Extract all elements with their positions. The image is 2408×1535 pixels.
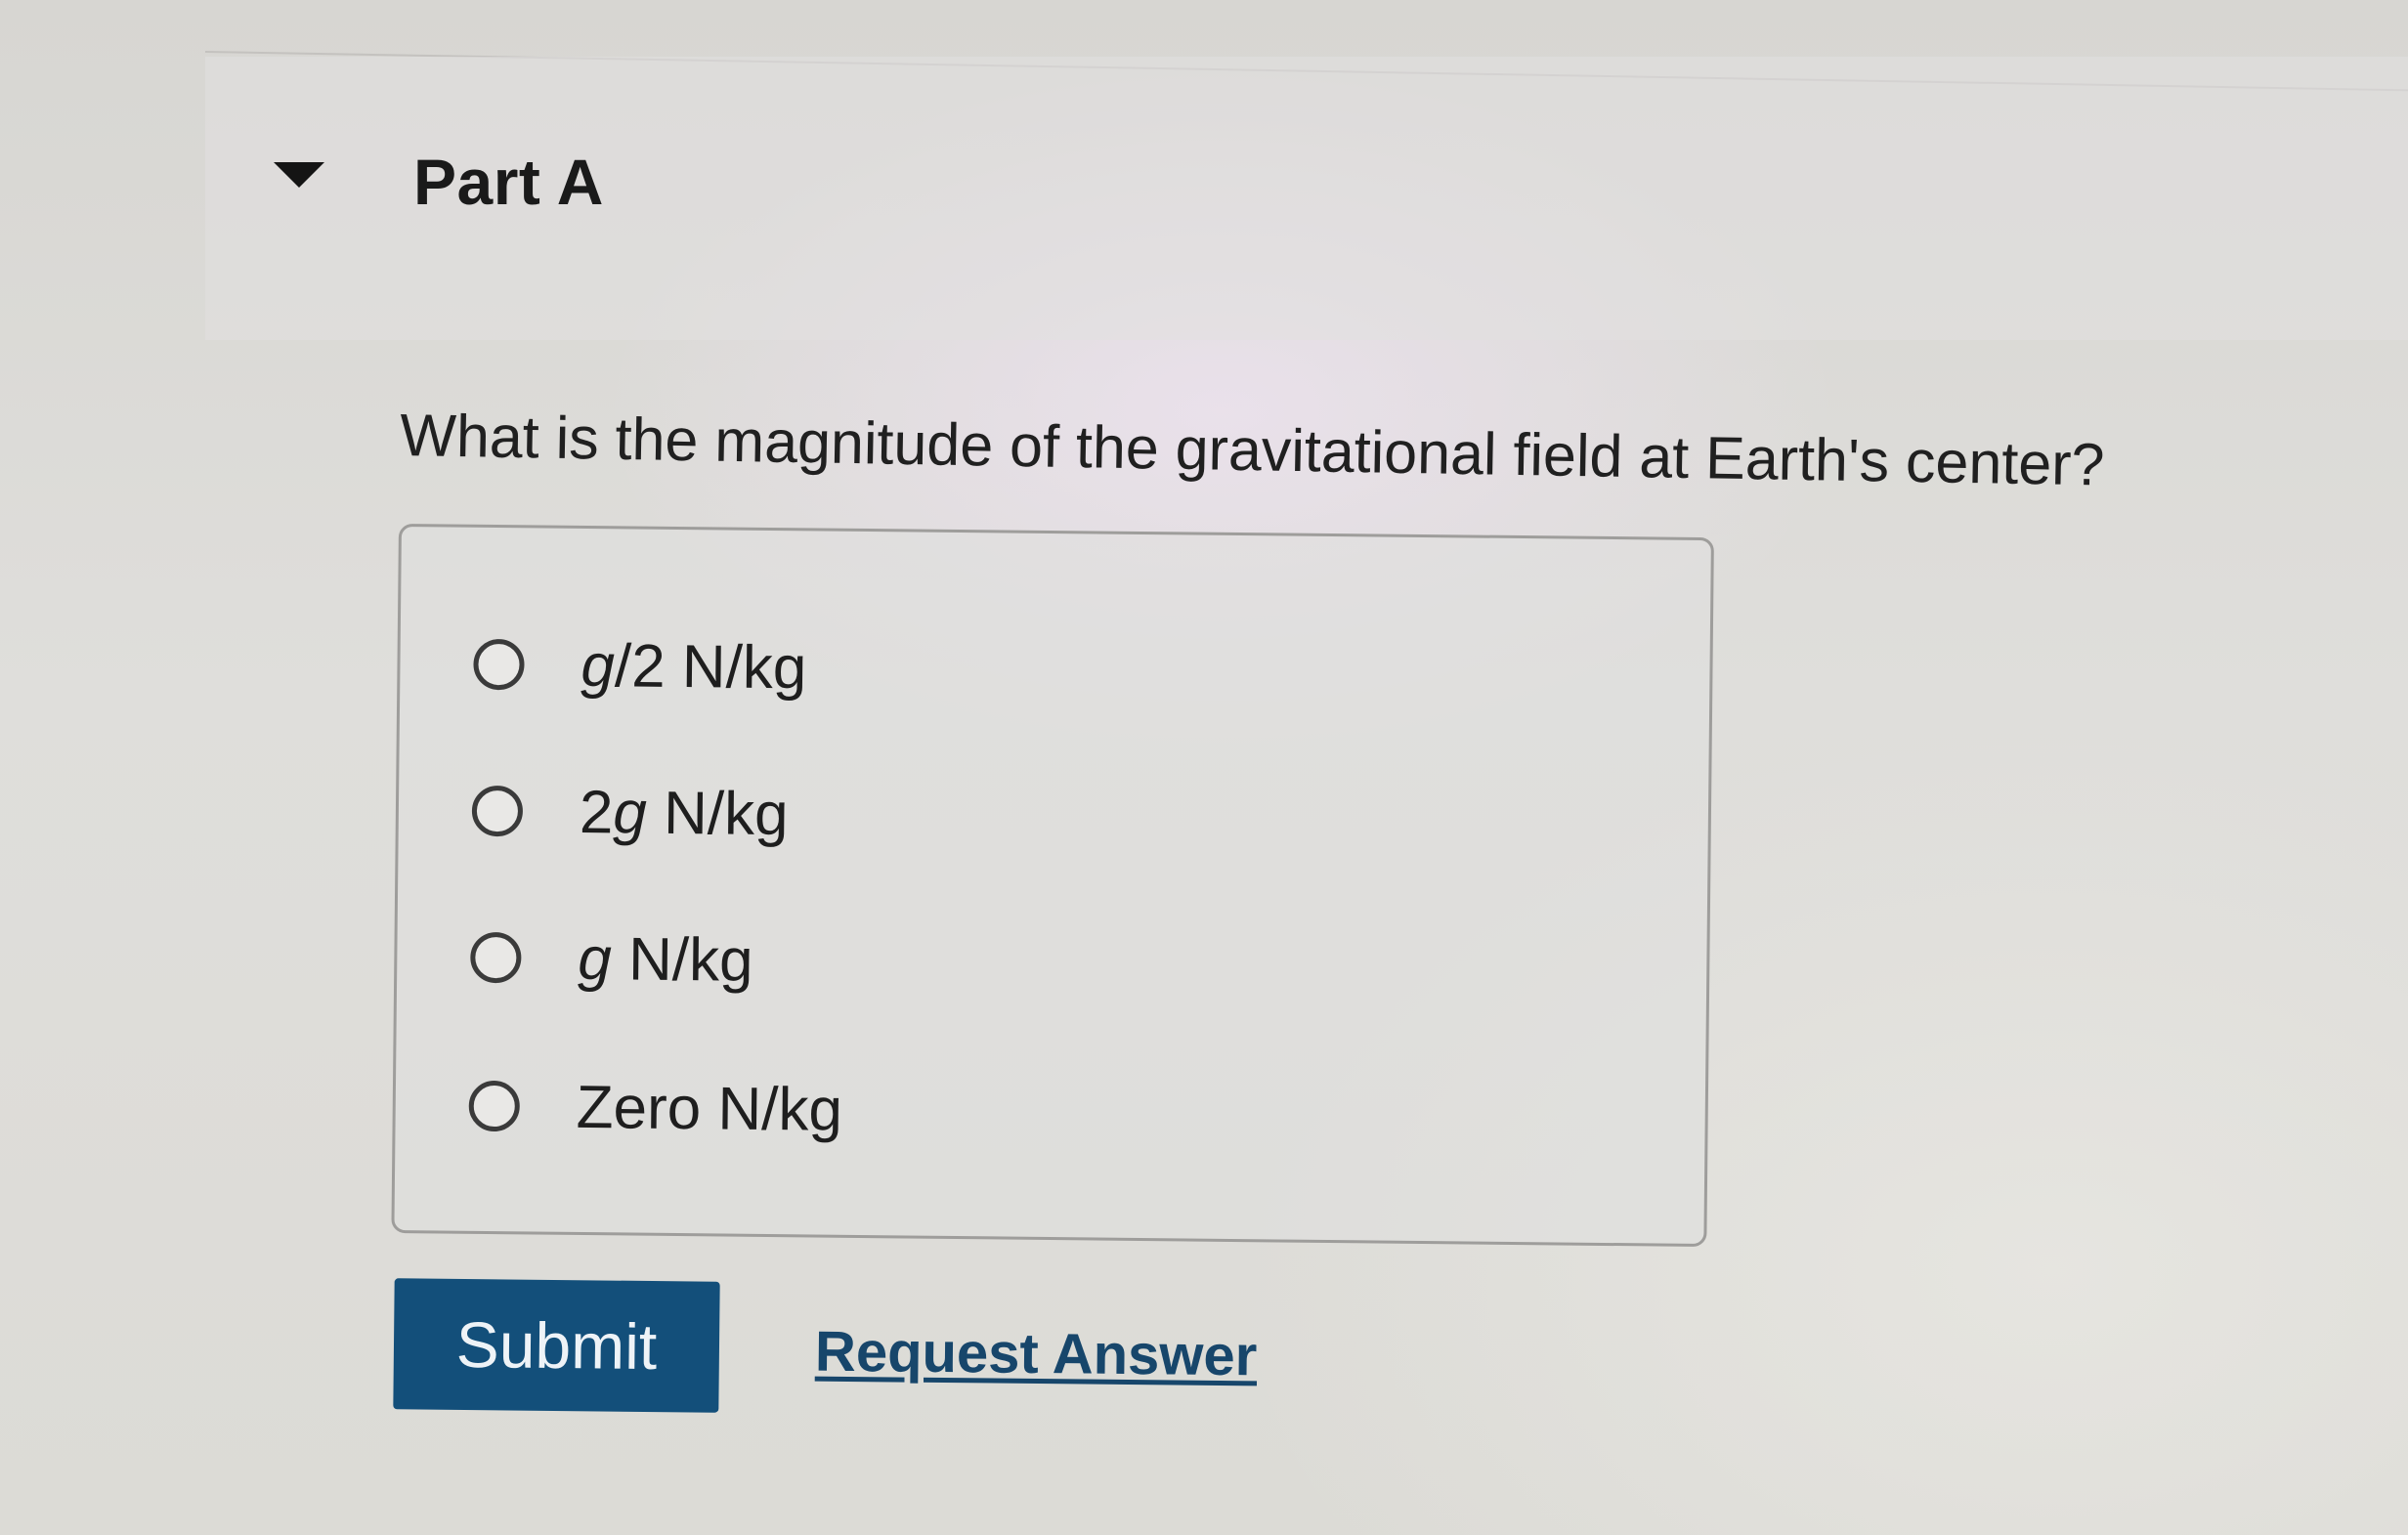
answer-options-box: g/2 N/kg 2g N/kg g N/kg Zero N/kg bbox=[391, 524, 1714, 1248]
option-1[interactable]: g/2 N/kg bbox=[473, 625, 807, 707]
option-2[interactable]: 2g N/kg bbox=[471, 772, 790, 853]
option-4[interactable]: Zero N/kg bbox=[468, 1067, 842, 1149]
submit-button[interactable]: Submit bbox=[393, 1278, 720, 1413]
radio-button-icon[interactable] bbox=[468, 1080, 521, 1132]
option-4-label: Zero N/kg bbox=[576, 1073, 843, 1144]
option-3-label: g N/kg bbox=[577, 924, 753, 995]
part-title: Part A bbox=[413, 146, 604, 218]
radio-button-icon[interactable] bbox=[473, 638, 525, 691]
request-answer-link[interactable]: Request Answer bbox=[815, 1319, 1258, 1389]
radio-button-icon[interactable] bbox=[470, 931, 522, 984]
option-3[interactable]: g N/kg bbox=[470, 918, 753, 1000]
radio-button-icon[interactable] bbox=[471, 785, 524, 837]
caret-down-icon[interactable] bbox=[274, 162, 324, 188]
option-2-label: 2g N/kg bbox=[579, 778, 789, 848]
option-1-label: g/2 N/kg bbox=[580, 631, 807, 702]
